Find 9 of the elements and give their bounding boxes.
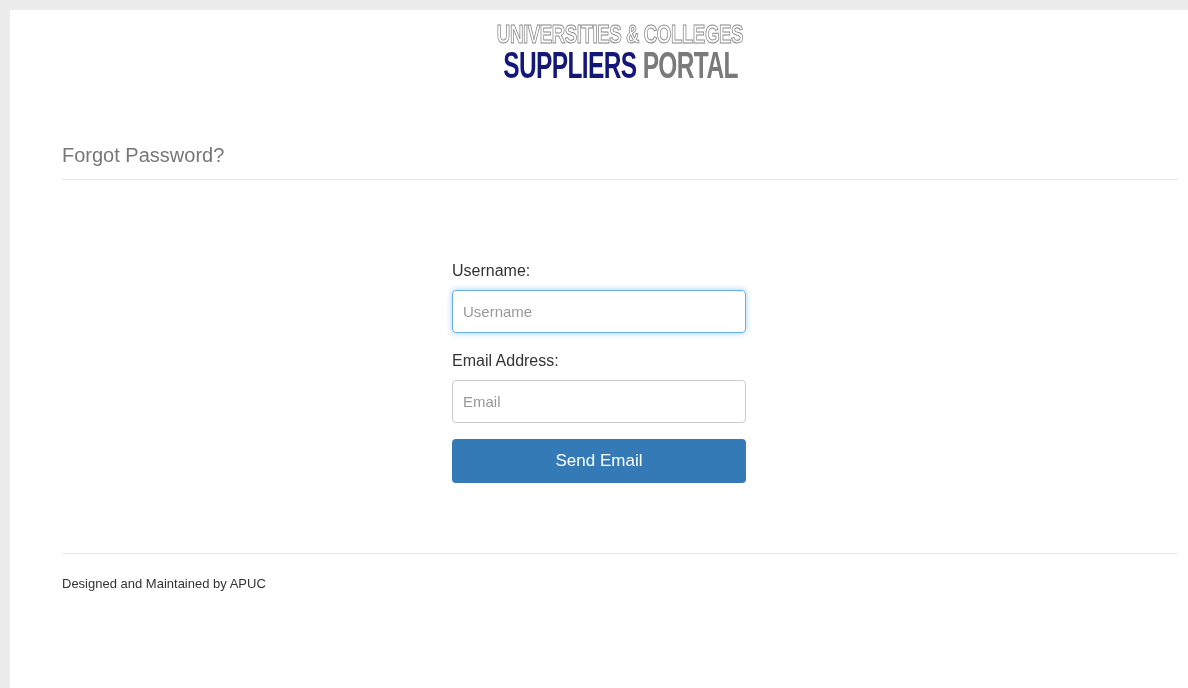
logo-subtitle: SUPPLIERS PORTAL	[502, 48, 738, 84]
field-label: Username:	[452, 261, 532, 281]
footer-text: Designed and Maintained by APUC	[62, 575, 267, 593]
input-field[interactable]: Email	[452, 380, 746, 423]
page-heading: Forgot Password?	[62, 143, 226, 168]
field-label: Email Address:	[452, 351, 560, 371]
send-email-button[interactable]: Send Email	[452, 439, 746, 483]
logo-title: UNIVERSITIES & COLLEGES	[496, 20, 744, 48]
input-field[interactable]: Username	[452, 290, 746, 333]
